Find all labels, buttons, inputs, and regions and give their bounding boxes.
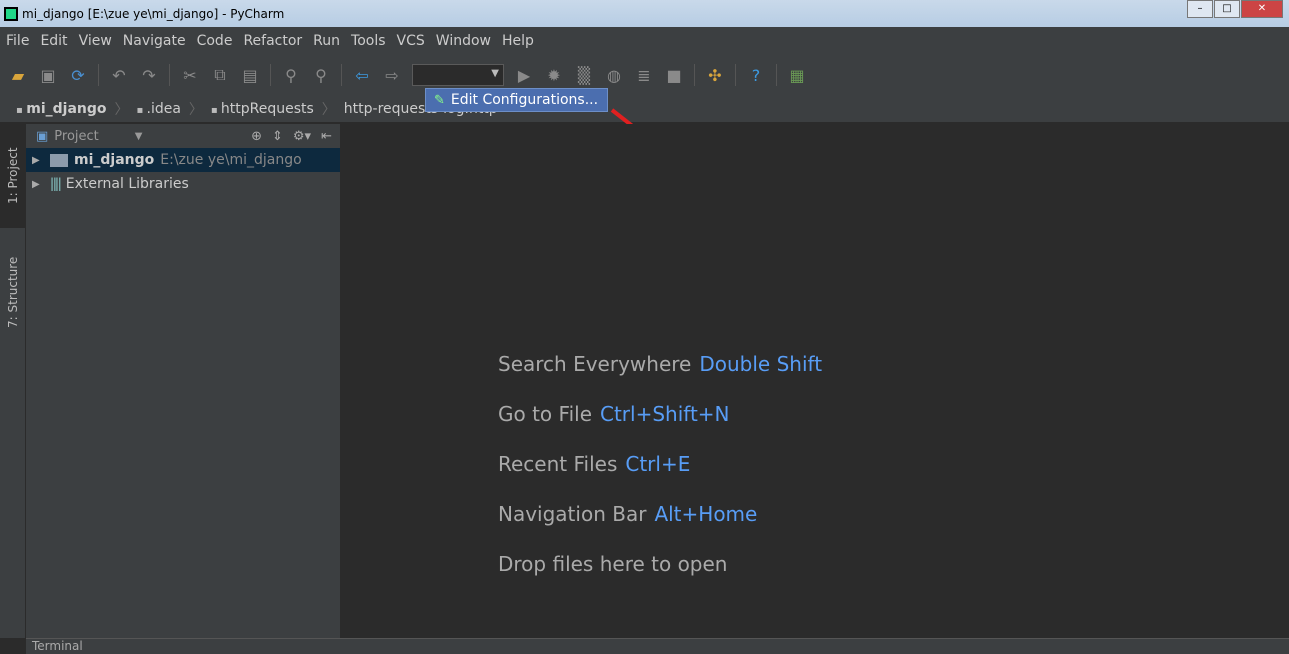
gear-icon[interactable]: ⚙▾ [293, 129, 311, 144]
root-path: E:\zue ye\mi_django [160, 152, 302, 168]
redo-icon[interactable]: ↷ [139, 66, 159, 85]
menu-tools[interactable]: Tools [351, 33, 386, 49]
breadcrumb: mi_django〉 .idea〉 httpRequests〉 http-req… [0, 95, 1289, 122]
hint-navigation-bar: Navigation Bar Alt+Home [498, 502, 758, 526]
collapse-all-icon[interactable]: ⇕ [272, 129, 283, 144]
minimize-button[interactable]: – [1187, 0, 1213, 18]
external-libraries-label: External Libraries [65, 176, 189, 192]
chevron-down-icon[interactable]: ▼ [135, 131, 143, 142]
help-icon[interactable]: ? [746, 66, 766, 85]
paste-icon[interactable]: ▤ [240, 66, 260, 85]
menu-view[interactable]: View [79, 33, 112, 49]
edit-config-icon: ✎ [434, 92, 445, 108]
cut-icon[interactable]: ✂ [180, 66, 200, 85]
menu-refactor[interactable]: Refactor [243, 33, 302, 49]
menu-edit[interactable]: Edit [40, 33, 67, 49]
copy-icon[interactable]: ⧉ [210, 65, 230, 85]
tree-node-root[interactable]: ▶ mi_django E:\zue ye\mi_django [26, 148, 340, 172]
menu-navigate[interactable]: Navigate [123, 33, 186, 49]
concurrency-icon[interactable]: ≣ [634, 66, 654, 85]
menu-run[interactable]: Run [313, 33, 340, 49]
edit-configurations-label: Edit Configurations... [450, 92, 599, 108]
open-folder-icon[interactable]: ▰ [8, 66, 28, 85]
run-configuration-select[interactable] [412, 64, 504, 86]
plugin-icon[interactable]: ▦ [787, 66, 807, 85]
left-tool-strip: 1: Project 7: Structure [0, 124, 26, 638]
project-view-icon: ▣ [36, 128, 49, 144]
stop-icon[interactable]: ■ [664, 66, 684, 85]
maximize-button[interactable]: □ [1214, 0, 1240, 18]
menu-help[interactable]: Help [502, 33, 534, 49]
edit-configurations-menu-item[interactable]: ✎ Edit Configurations... [425, 88, 608, 112]
separator [735, 64, 736, 86]
debug-icon[interactable]: ✹ [544, 66, 564, 85]
project-panel: ▣ Project ▼ ⊕ ⇕ ⚙▾ ⇤ ▶ mi_django E:\zue … [26, 124, 340, 638]
hide-panel-icon[interactable]: ⇤ [321, 129, 332, 144]
title-bar: mi_django [E:\zue ye\mi_django] - PyChar… [0, 0, 1289, 27]
separator [776, 64, 777, 86]
sync-icon[interactable]: ⟳ [68, 66, 88, 85]
undo-icon[interactable]: ↶ [109, 66, 129, 85]
root-name: mi_django [74, 152, 155, 168]
tab-structure[interactable]: 7: Structure [0, 242, 26, 342]
breadcrumb-idea[interactable]: .idea [137, 101, 181, 117]
breadcrumb-project[interactable]: mi_django [16, 101, 106, 117]
separator [98, 64, 99, 86]
tree-node-external-libraries[interactable]: ▶ ǁǁ External Libraries [26, 172, 340, 196]
library-icon: ǁǁ [50, 176, 62, 192]
separator [341, 64, 342, 86]
coverage-icon[interactable]: ▒ [574, 66, 594, 85]
find-icon[interactable]: ⚲ [281, 66, 301, 85]
separator [694, 64, 695, 86]
menu-window[interactable]: Window [436, 33, 491, 49]
separator [270, 64, 271, 86]
window-title: mi_django [E:\zue ye\mi_django] - PyChar… [22, 6, 285, 21]
hint-go-to-file: Go to File Ctrl+Shift+N [498, 402, 730, 426]
menu-file[interactable]: File [6, 33, 29, 49]
hint-search-everywhere: Search Everywhere Double Shift [498, 352, 823, 376]
project-view-title[interactable]: Project [54, 129, 98, 144]
terminal-panel-header[interactable]: Terminal [26, 638, 1289, 654]
expand-arrow-icon[interactable]: ▶ [32, 155, 44, 166]
back-icon[interactable]: ⇦ [352, 66, 372, 85]
terminal-label: Terminal [32, 639, 83, 653]
pycharm-logo-icon [4, 6, 18, 21]
menu-bar: File Edit View Navigate Code Refactor Ru… [0, 27, 1289, 55]
locate-icon[interactable]: ⊕ [251, 129, 262, 144]
project-panel-header: ▣ Project ▼ ⊕ ⇕ ⚙▾ ⇤ [26, 124, 340, 148]
hint-recent-files: Recent Files Ctrl+E [498, 452, 691, 476]
hint-drop-files: Drop files here to open [498, 552, 728, 576]
toolbar: ▰ ▣ ⟳ ↶ ↷ ✂ ⧉ ▤ ⚲ ⚲ ⇦ ⇨ ▶ ✹ ▒ ◍ ≣ ■ ✣ ? … [0, 55, 1289, 95]
menu-code[interactable]: Code [197, 33, 233, 49]
close-button[interactable]: ✕ [1241, 0, 1283, 18]
replace-icon[interactable]: ⚲ [311, 66, 331, 85]
save-icon[interactable]: ▣ [38, 66, 58, 85]
separator [169, 64, 170, 86]
breadcrumb-httprequests[interactable]: httpRequests [211, 101, 314, 117]
forward-icon[interactable]: ⇨ [382, 66, 402, 85]
settings-wrench-icon[interactable]: ✣ [705, 66, 725, 85]
profile-icon[interactable]: ◍ [604, 66, 624, 85]
menu-vcs[interactable]: VCS [397, 33, 425, 49]
tab-project-label: 1: Project [6, 147, 20, 205]
expand-arrow-icon[interactable]: ▶ [32, 179, 44, 190]
run-icon[interactable]: ▶ [514, 66, 534, 85]
tab-structure-label: 7: Structure [6, 256, 20, 328]
tab-project[interactable]: 1: Project [0, 124, 26, 228]
editor-empty-area[interactable]: Search Everywhere Double Shift Go to File… [341, 124, 1289, 638]
folder-icon [50, 153, 68, 167]
